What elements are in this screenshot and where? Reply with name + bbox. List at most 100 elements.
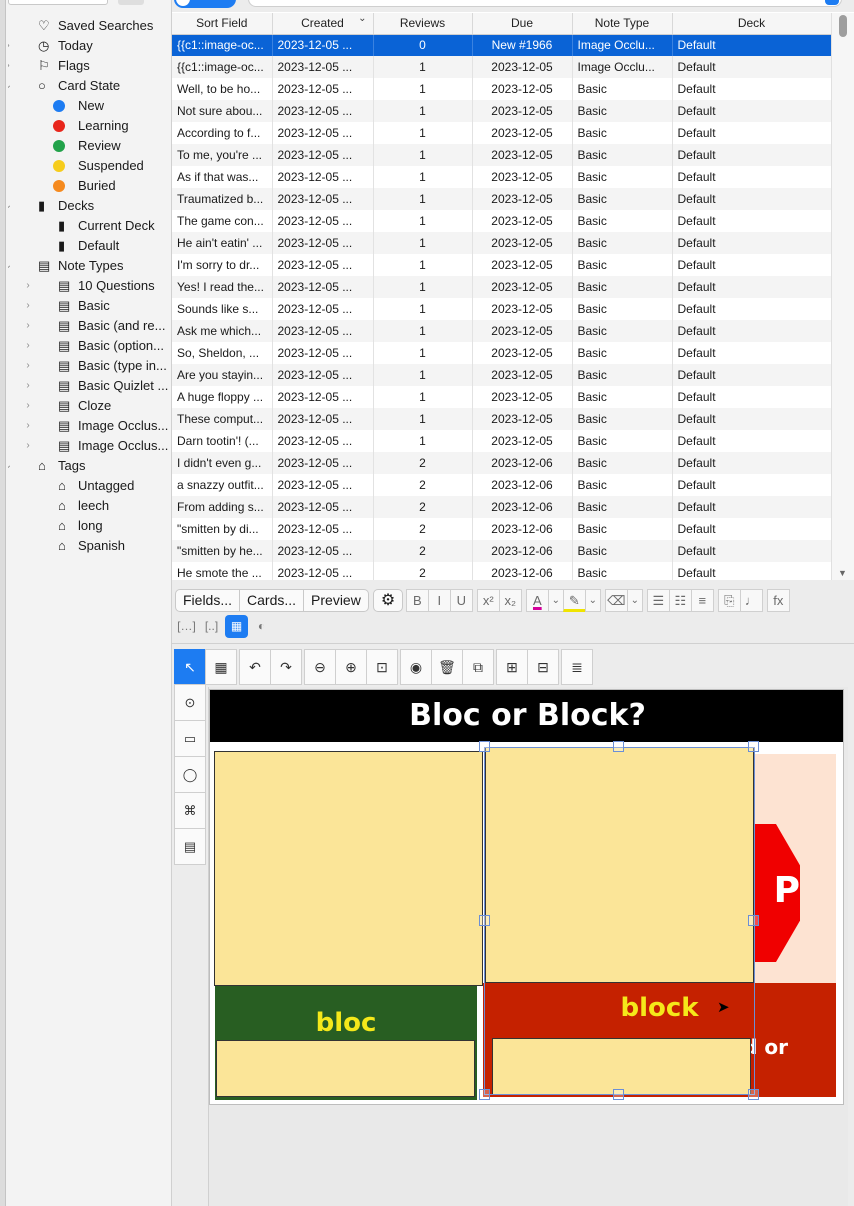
text-tool-icon[interactable]: ▤ [174,828,206,865]
undo-icon[interactable]: ↶ [239,649,271,685]
chevron-right-icon[interactable]: › [22,276,34,296]
table-row[interactable]: I'm sorry to dr... 2023-12-05 ... 1 2023-12… [172,254,832,276]
sidebar-item-decks[interactable]: ⌄ ▮ Decks [8,196,172,216]
preview-button[interactable]: Preview [304,588,369,612]
table-row[interactable]: a snazzy outfit... 2023-12-05 ... 2 2023-12… [172,474,832,496]
chevron-right-icon[interactable]: › [22,296,34,316]
sidebar-item-note-types[interactable]: ⌄ ▤ Note Types [8,256,172,276]
cards-button[interactable]: Cards... [240,588,305,612]
search-dropdown-icon[interactable] [825,0,839,5]
sidebar-item-suspended[interactable]: Suspended [8,156,172,176]
addon-icon[interactable]: ◐ [250,615,273,638]
resize-handle[interactable] [479,1089,490,1100]
table-row[interactable]: Are you stayin... 2023-12-05 ... 1 2023-12-… [172,364,832,386]
resize-handle[interactable] [479,741,490,752]
table-row[interactable]: Traumatized b... 2023-12-05 ... 1 2023-12-0… [172,188,832,210]
subscript-icon[interactable]: x₂ [498,588,522,612]
align-icon[interactable]: ≣ [561,649,593,685]
underline-icon[interactable]: U [449,588,473,612]
sidebar-item-long[interactable]: ⌂ long [8,516,172,536]
table-row[interactable]: So, Sheldon, ... 2023-12-05 ... 1 2023-12-0… [172,342,832,364]
table-row[interactable]: "smitten by he... 2023-12-05 ... 2 2023-12-… [172,540,832,562]
table-row[interactable]: To me, you're ... 2023-12-05 ... 1 2023-12-… [172,144,832,166]
sidebar-item-current-deck[interactable]: ▮ Current Deck [8,216,172,236]
sidebar-item-untagged[interactable]: ⌂ Untagged [8,476,172,496]
occlusion-mask[interactable] [214,751,483,986]
sidebar-search-input[interactable] [8,0,108,5]
chevron-right-icon[interactable]: › [22,396,34,416]
occlusion-image[interactable]: Bloc or Block? P bloc block d or ➤ [209,689,844,1105]
ungroup-icon[interactable]: ⊟ [527,649,559,685]
image-occlusion-mode-icon[interactable]: ▦ [225,615,248,638]
attach-icon[interactable]: ⎘ [717,588,741,612]
resize-handle[interactable] [748,915,759,926]
sidebar-item-basic-optional[interactable]: › ▤ Basic (option... [8,336,172,356]
sidebar-item-review[interactable]: Review [8,136,172,156]
table-row[interactable]: These comput... 2023-12-05 ... 1 2023-12-05… [172,408,832,430]
table-row[interactable]: {{c1::image-oc... 2023-12-05 ... 0 New #196… [172,34,832,56]
chevron-right-icon[interactable]: › [22,316,34,336]
table-row[interactable]: A huge floppy ... 2023-12-05 ... 1 2023-12-… [172,386,832,408]
chevron-right-icon[interactable]: › [22,336,34,356]
sidebar-item-today[interactable]: › ◷ Today [8,36,172,56]
table-row[interactable]: As if that was... 2023-12-05 ... 1 2023-12-… [172,166,832,188]
column-header-reviews[interactable]: Reviews [373,13,473,35]
bullet-list-icon[interactable]: ☰ [646,588,670,612]
table-row[interactable]: Well, to be ho... 2023-12-05 ... 1 2023-12-… [172,78,832,100]
cloze-same-icon[interactable]: [..] [200,615,223,638]
column-header-sort-field[interactable]: Sort Field [172,13,273,35]
sidebar-options-icon[interactable]: ⇋ [154,0,162,3]
table-row[interactable]: Darn tootin'! (... 2023-12-05 ... 1 2023-12… [172,430,832,452]
chevron-right-icon[interactable]: › [22,416,34,436]
table-row[interactable]: "smitten by di... 2023-12-05 ... 2 2023-12-… [172,518,832,540]
chevron-right-icon[interactable]: › [8,56,14,76]
rectangle-tool-icon[interactable]: ▭ [174,720,206,757]
highlight-icon[interactable]: ✎ [562,588,586,612]
resize-handle[interactable] [613,741,624,752]
table-row[interactable]: {{c1::image-oc... 2023-12-05 ... 1 2023-12-… [172,56,832,78]
chevron-right-icon[interactable]: › [22,356,34,376]
sidebar-search-button[interactable] [118,0,144,5]
text-color-dropdown-icon[interactable]: ⌄ [547,588,564,612]
duplicate-icon[interactable]: ⧉ [462,649,494,685]
chevron-right-icon[interactable]: › [22,436,34,456]
redo-icon[interactable]: ↷ [270,649,302,685]
gear-icon[interactable]: ⚙ [372,588,403,612]
sidebar-item-tags[interactable]: ⌄ ⌂ Tags [8,456,172,476]
column-header-due[interactable]: Due [472,13,573,35]
scrollbar-thumb[interactable] [839,15,847,37]
zoom-select-icon[interactable]: ⊙ [174,684,206,721]
sidebar-item-card-state[interactable]: ⌄ ○ Card State [8,76,172,96]
fields-button[interactable]: Fields... [175,588,241,612]
toggle-translucent-icon[interactable]: ◉ [400,649,432,685]
chevron-down-icon[interactable]: ⌄ [8,456,14,476]
table-row[interactable]: Yes! I read the... 2023-12-05 ... 1 2023-12… [172,276,832,298]
select-tool-icon[interactable]: ↖ [174,649,206,685]
table-row[interactable]: According to f... 2023-12-05 ... 1 2023-12-… [172,122,832,144]
polygon-tool-icon[interactable]: ⌘ [174,792,206,829]
sidebar-item-spanish[interactable]: ⌂ Spanish [8,536,172,556]
highlight-dropdown-icon[interactable]: ⌄ [584,588,601,612]
chevron-down-icon[interactable]: ⌄ [8,76,14,96]
table-row[interactable]: From adding s... 2023-12-05 ... 2 2023-12-0… [172,496,832,518]
formula-icon[interactable]: fx [766,588,790,612]
microphone-icon[interactable]: ♩ [739,588,763,612]
align-icon[interactable]: ≡ [690,588,714,612]
text-color-icon[interactable]: A [525,588,549,612]
delete-icon[interactable]: 🗑 [431,649,463,685]
resize-handle[interactable] [748,1089,759,1100]
bold-icon[interactable]: B [405,588,429,612]
numbered-list-icon[interactable]: ☷ [668,588,692,612]
table-row[interactable]: He ain't eatin' ... 2023-12-05 ... 1 2023-1… [172,232,832,254]
sidebar-item-image-occlusion-2[interactable]: › ▤ Image Occlus... [8,436,172,456]
group-icon[interactable]: ⊞ [496,649,528,685]
sidebar-item-leech[interactable]: ⌂ leech [8,496,172,516]
scroll-down-icon[interactable]: ▼ [838,568,847,578]
sidebar-item-basic-type-in[interactable]: › ▤ Basic (type in... [8,356,172,376]
ellipse-tool-icon[interactable]: ◯ [174,756,206,793]
table-row[interactable]: Ask me which... 2023-12-05 ... 1 2023-12-05… [172,320,832,342]
sidebar-item-image-occlusion-1[interactable]: › ▤ Image Occlus... [8,416,172,436]
superscript-icon[interactable]: x² [476,588,500,612]
column-header-deck[interactable]: Deck [672,13,832,35]
cards-notes-toggle[interactable] [174,0,236,8]
